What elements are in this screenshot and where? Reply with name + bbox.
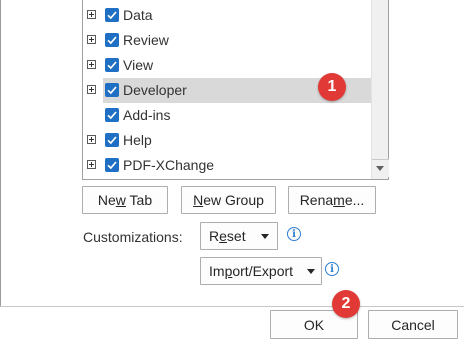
cancel-label: Cancel <box>391 316 435 333</box>
checkmark-icon[interactable] <box>105 108 119 122</box>
rename-button[interactable]: Rename... <box>288 186 376 214</box>
info-icon[interactable]: i <box>325 262 339 276</box>
new-group-button[interactable]: New Group <box>181 186 276 214</box>
tree-item[interactable]: Data <box>83 3 371 28</box>
tree-item-label: Add-ins <box>123 107 171 123</box>
vertical-scrollbar[interactable] <box>371 0 389 179</box>
new-tab-button[interactable]: New Tab <box>82 186 168 214</box>
customizations-label: Customizations: <box>83 229 183 245</box>
tree-item-label: View <box>123 57 154 73</box>
tree-item[interactable]: PDF-XChange <box>83 153 371 178</box>
tree-item-label: Review <box>123 32 169 48</box>
step-badge-1: 1 <box>318 73 346 101</box>
plus-box-icon[interactable] <box>87 60 96 69</box>
new-group-label: New Group <box>193 192 264 208</box>
tree-item[interactable]: Help <box>83 128 371 153</box>
new-tab-label: New Tab <box>97 192 153 208</box>
ok-label: OK <box>303 316 325 333</box>
info-icon[interactable]: i <box>287 227 301 241</box>
tree-item-label: PDF-XChange <box>123 157 215 173</box>
plus-box-icon[interactable] <box>87 160 96 169</box>
scroll-down-button[interactable] <box>372 159 389 177</box>
import-export-label: Import/Export <box>209 263 294 279</box>
chevron-down-icon <box>261 234 269 239</box>
checkmark-icon[interactable] <box>105 83 119 97</box>
tree-item-label: Data <box>123 7 153 23</box>
customize-ribbon-dialog: Data Review View Developer Add-ins Help PDF-XC… <box>0 0 464 349</box>
tree-item[interactable]: Review <box>83 28 371 53</box>
checkmark-icon[interactable] <box>105 33 119 47</box>
checkmark-icon[interactable] <box>105 133 119 147</box>
chevron-down-icon <box>307 269 315 274</box>
tree-item-label: Help <box>123 132 152 148</box>
cancel-button[interactable]: Cancel <box>368 310 458 339</box>
reset-label: Reset <box>209 228 246 244</box>
tree-item-label: Developer <box>123 82 187 98</box>
checkmark-icon[interactable] <box>105 158 119 172</box>
footer-divider <box>0 306 464 307</box>
panel-left-border <box>0 0 1 306</box>
tree-item[interactable]: Add-ins <box>83 103 371 128</box>
import-export-dropdown[interactable]: Import/Export <box>200 257 322 285</box>
checkmark-icon[interactable] <box>105 58 119 72</box>
plus-box-icon[interactable] <box>87 35 96 44</box>
rename-label: Rename... <box>299 192 365 208</box>
plus-box-icon[interactable] <box>87 135 96 144</box>
checkmark-icon[interactable] <box>105 8 119 22</box>
plus-box-icon[interactable] <box>87 10 96 19</box>
reset-dropdown[interactable]: Reset <box>200 222 278 250</box>
plus-box-icon[interactable] <box>87 85 96 94</box>
step-badge-2: 2 <box>332 290 360 318</box>
